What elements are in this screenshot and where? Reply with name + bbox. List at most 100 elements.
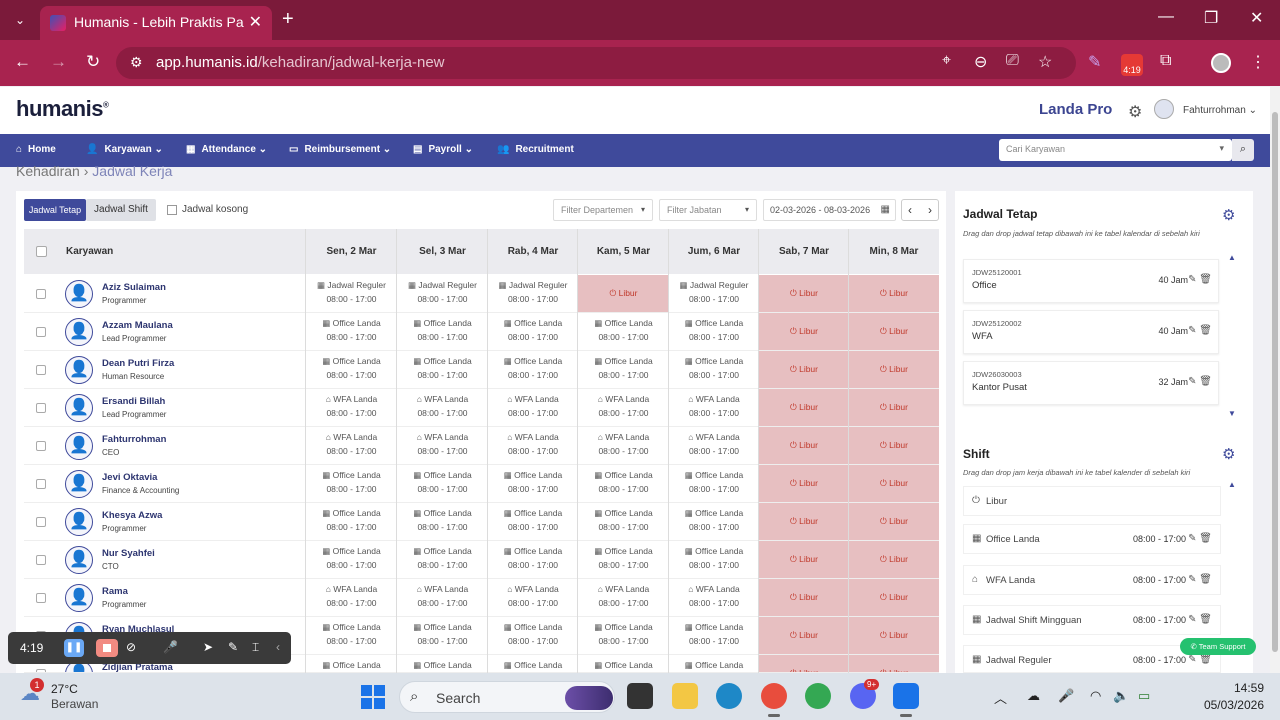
jadwal-tetap-card[interactable]: JDW25120001 Office 40 Jam ✎ 🗑 — [963, 259, 1219, 303]
edit-icon[interactable]: ✎ — [1188, 533, 1196, 544]
schedule-cell[interactable]: ▦ Office Landa 08:00 - 17:00 — [669, 313, 759, 350]
employee-name[interactable]: Nur Syahfei — [102, 548, 155, 559]
schedule-cell[interactable]: ▦ Office Landa 08:00 - 17:00 — [669, 351, 759, 388]
browser-menu-icon[interactable]: ⋮ — [1250, 52, 1266, 72]
trash-icon[interactable]: 🗑 — [1199, 614, 1212, 625]
row-checkbox[interactable] — [36, 593, 46, 603]
schedule-cell[interactable]: ▦ Jadwal Reguler 08:00 - 17:00 — [488, 275, 578, 312]
schedule-cell[interactable]: ▦ Office Landa 08:00 - 17:00 — [578, 503, 669, 540]
schedule-cell[interactable]: ⌂ WFA Landa 08:00 - 17:00 — [306, 579, 397, 616]
schedule-cell[interactable]: ▦ Office Landa 08:00 - 17:00 — [578, 313, 669, 350]
schedule-cell[interactable]: ⏻ Libur — [759, 427, 849, 464]
schedule-cell[interactable]: ⏻ Libur — [759, 275, 849, 312]
row-checkbox[interactable] — [36, 365, 46, 375]
schedule-cell[interactable]: ▦ Jadwal Reguler 08:00 - 17:00 — [306, 275, 397, 312]
humanis-logo[interactable]: humanis® — [16, 96, 109, 122]
schedule-cell[interactable]: ⌂ WFA Landa 08:00 - 17:00 — [306, 427, 397, 464]
schedule-cell[interactable]: ⌂ WFA Landa 08:00 - 17:00 — [397, 389, 488, 426]
weather-temp[interactable]: 27°C — [51, 682, 78, 696]
schedule-cell[interactable]: ⌂ WFA Landa 08:00 - 17:00 — [397, 579, 488, 616]
employee-name[interactable]: Azzam Maulana — [102, 320, 173, 331]
schedule-cell[interactable]: ⌂ WFA Landa 08:00 - 17:00 — [397, 427, 488, 464]
breadcrumb-root[interactable]: Kehadiran — [16, 163, 80, 179]
schedule-cell[interactable]: ▦ Jadwal Reguler 08:00 - 17:00 — [669, 275, 759, 312]
schedule-cell[interactable]: ▦ Office Landa 08:00 - 17:00 — [669, 541, 759, 578]
filter-departemen-select[interactable]: Filter Departemen ▾ — [553, 199, 653, 221]
employee-search-input[interactable]: Cari Karyawan ▾ — [999, 139, 1232, 161]
schedule-cell[interactable]: ▦ Office Landa 08:00 - 17:00 — [488, 617, 578, 654]
pause-button[interactable]: ❚❚ — [64, 639, 84, 657]
row-checkbox[interactable] — [36, 441, 46, 451]
schedule-cell[interactable]: ⏻ Libur — [849, 313, 939, 350]
row-checkbox[interactable] — [36, 517, 46, 527]
schedule-cell[interactable]: ▦ Office Landa 08:00 - 17:00 — [397, 465, 488, 502]
menu-home[interactable]: ⌂ Home — [16, 144, 56, 155]
jadwal-tetap-card[interactable]: JDW25120002 WFA 40 Jam ✎ 🗑 — [963, 310, 1219, 354]
schedule-cell[interactable]: ▦ Office Landa 08:00 - 17:00 — [397, 351, 488, 388]
schedule-cell[interactable]: ⏻ Libur — [759, 655, 849, 672]
schedule-cell[interactable]: ▦ Office Landa — [488, 655, 578, 672]
tab-search-icon[interactable]: ⌄ — [8, 8, 32, 32]
volume-icon[interactable]: 🔈 — [1113, 688, 1129, 704]
schedule-cell[interactable]: ⌂ WFA Landa 08:00 - 17:00 — [578, 389, 669, 426]
schedule-cell[interactable]: ⏻ Libur — [759, 389, 849, 426]
team-support-button[interactable]: ✆ Team Support — [1180, 638, 1256, 655]
schedule-cell[interactable]: ▦ Office Landa — [669, 655, 759, 672]
schedule-cell[interactable]: ⌂ WFA Landa 08:00 - 17:00 — [669, 427, 759, 464]
tab-close-icon[interactable]: ✕ — [249, 12, 262, 32]
schedule-cell[interactable]: ▦ Office Landa 08:00 - 17:00 — [488, 351, 578, 388]
trash-icon[interactable]: 🗑 — [1199, 325, 1212, 336]
tray-overflow-icon[interactable]: ︿ — [994, 688, 1007, 707]
shift-card[interactable]: ⌂ WFA Landa 08:00 - 17:00 ✎ 🗑 — [963, 565, 1221, 595]
browser-tab[interactable]: Humanis - Lebih Praktis Pakai H ✕ — [40, 6, 272, 40]
employee-name[interactable]: Jevi Oktavia — [102, 472, 157, 483]
schedule-cell[interactable]: ⏻ Libur — [759, 313, 849, 350]
schedule-cell[interactable]: ⏻ Libur — [849, 427, 939, 464]
schedule-cell[interactable]: ⌂ WFA Landa 08:00 - 17:00 — [306, 389, 397, 426]
settings-gear-icon[interactable]: ⚙ — [1128, 102, 1142, 122]
schedule-cell[interactable]: ▦ Office Landa 08:00 - 17:00 — [488, 465, 578, 502]
schedule-cell[interactable]: ⌂ WFA Landa 08:00 - 17:00 — [669, 389, 759, 426]
schedule-cell[interactable]: ⏻ Libur — [759, 541, 849, 578]
schedule-cell[interactable]: ▦ Office Landa 08:00 - 17:00 — [488, 313, 578, 350]
scrollbar-thumb[interactable] — [1272, 112, 1278, 652]
schedule-cell[interactable]: ▦ Office Landa 08:00 - 17:00 — [397, 617, 488, 654]
jadwal-tetap-gear-icon[interactable]: ⚙ — [1222, 206, 1235, 224]
schedule-cell[interactable]: ▦ Office Landa 08:00 - 17:00 — [397, 503, 488, 540]
shift-card[interactable]: ⏻ Libur — [963, 486, 1221, 516]
employee-name[interactable]: Fahturrohman — [102, 434, 166, 445]
new-tab-icon[interactable]: + — [282, 8, 294, 31]
search-icon[interactable]: ⌕ — [1232, 139, 1254, 161]
next-week-icon[interactable]: › — [928, 203, 932, 217]
schedule-cell[interactable]: ⏻ Libur — [849, 541, 939, 578]
schedule-cell[interactable]: ⏻ Libur — [849, 655, 939, 672]
collapse-icon[interactable]: ‹ — [276, 640, 280, 654]
schedule-cell[interactable]: ⌂ WFA Landa 08:00 - 17:00 — [578, 427, 669, 464]
close-window-icon[interactable]: ✕ — [1250, 8, 1263, 28]
shift-gear-icon[interactable]: ⚙ — [1222, 445, 1235, 463]
edit-icon[interactable]: ✎ — [1188, 654, 1196, 665]
schedule-cell[interactable]: ⏻ Libur — [759, 617, 849, 654]
wifi-icon[interactable]: ◠ — [1090, 688, 1101, 704]
file-explorer-icon[interactable] — [672, 683, 698, 709]
edit-icon[interactable]: ✎ — [1188, 325, 1196, 336]
schedule-cell[interactable]: ▦ Office Landa 08:00 - 17:00 — [578, 465, 669, 502]
schedule-cell[interactable]: ⏻ Libur — [849, 275, 939, 312]
menu-attendance[interactable]: ▦ Attendance ⌄ — [186, 144, 267, 155]
scroll-up-icon[interactable]: ▲ — [1228, 253, 1236, 262]
schedule-cell[interactable]: ⌂ WFA Landa 08:00 - 17:00 — [578, 579, 669, 616]
schedule-cell[interactable]: ▦ Office Landa 08:00 - 17:00 — [397, 313, 488, 350]
camera-off-icon[interactable]: ⊘ — [126, 640, 136, 654]
schedule-cell[interactable]: ⏻ Libur — [759, 579, 849, 616]
edit-icon[interactable]: ✎ — [1188, 614, 1196, 625]
schedule-cell[interactable]: ▦ Office Landa 08:00 - 17:00 — [488, 541, 578, 578]
profile-avatar[interactable] — [1211, 53, 1231, 73]
schedule-cell[interactable]: ▦ Office Landa 08:00 - 17:00 — [306, 541, 397, 578]
chrome-profile-icon[interactable] — [761, 683, 787, 717]
schedule-cell[interactable]: ⌂ WFA Landa 08:00 - 17:00 — [669, 579, 759, 616]
employee-name[interactable]: Rama — [102, 586, 128, 597]
microphone-icon[interactable]: 🎤 — [163, 640, 178, 654]
battery-icon[interactable]: ▭ — [1138, 688, 1150, 704]
schedule-cell[interactable]: ▦ Office Landa 08:00 - 17:00 — [306, 351, 397, 388]
mic-in-use-icon[interactable]: 🎤 — [1058, 688, 1074, 704]
